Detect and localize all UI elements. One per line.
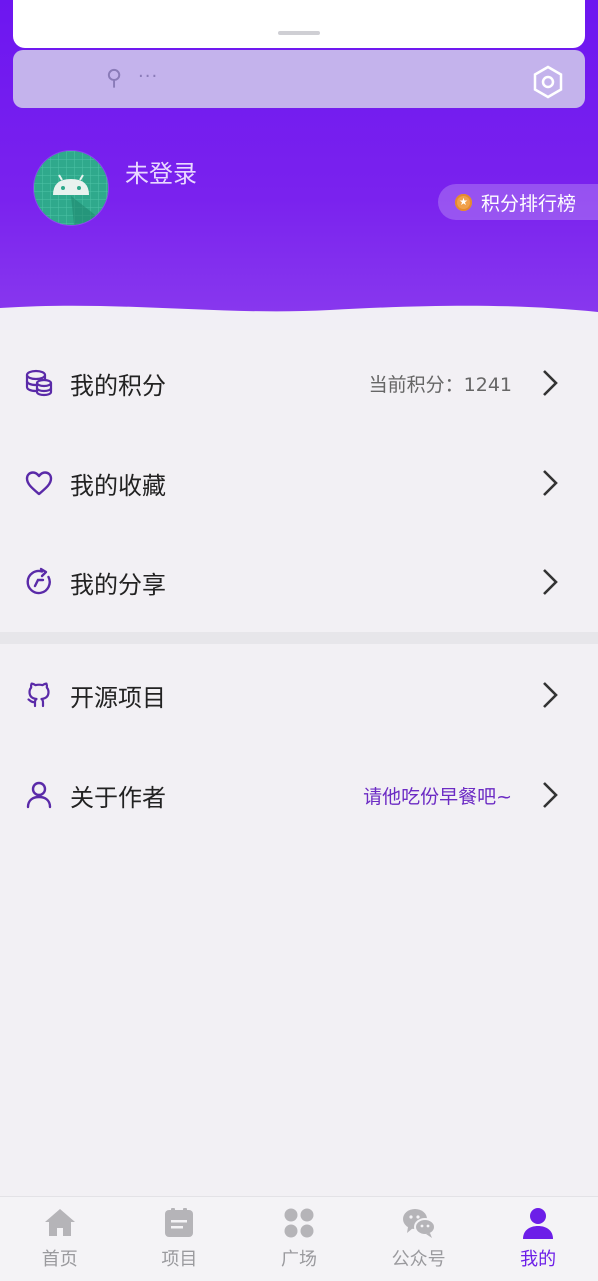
shade-drag-handle[interactable] [278, 31, 320, 35]
tab-label: 我的 [520, 1249, 557, 1270]
leaderboard-button[interactable]: ★ 积分排行榜 [438, 184, 598, 220]
coins-icon [24, 368, 54, 398]
tab-projects[interactable]: 项目 [120, 1197, 240, 1281]
chevron-right-icon [543, 682, 558, 708]
chevron-right-icon [543, 782, 558, 808]
chevron-right-icon [543, 569, 558, 595]
tab-square[interactable]: 广场 [239, 1197, 359, 1281]
notification-shade-panel[interactable] [13, 0, 585, 48]
tab-label: 项目 [161, 1249, 198, 1270]
tab-label: 广场 [280, 1249, 317, 1270]
tab-wechat[interactable]: 公众号 [359, 1197, 479, 1281]
tab-mine[interactable]: 我的 [478, 1197, 598, 1281]
person-icon [24, 780, 54, 810]
android-icon [34, 151, 108, 225]
wechat-icon [402, 1209, 436, 1238]
menu-item-label: 我的积分 [70, 371, 166, 400]
current-points-value: 当前积分：1241 [368, 373, 512, 396]
notification-shade-bar[interactable] [13, 50, 585, 108]
settings-icon[interactable] [530, 64, 566, 100]
tab-home[interactable]: 首页 [0, 1197, 120, 1281]
chevron-right-icon [543, 370, 558, 396]
username[interactable]: 未登录 [125, 154, 197, 189]
menu-item-label: 关于作者 [70, 783, 166, 812]
coin-icon: ★ [455, 193, 472, 211]
section-divider [0, 632, 598, 644]
menu-item-about[interactable]: 关于作者 请他吃份早餐吧~ [0, 745, 598, 845]
profile-icon [523, 1208, 554, 1239]
avatar[interactable] [34, 151, 108, 225]
menu-item-opensource[interactable]: 开源项目 [0, 645, 598, 745]
menu-item-shares[interactable]: 我的分享 [0, 532, 598, 632]
header-wave [0, 305, 598, 330]
menu-item-favorites[interactable]: 我的收藏 [0, 433, 598, 533]
github-icon [24, 680, 54, 710]
donate-hint: 请他吃份早餐吧~ [363, 785, 512, 808]
usb-icon: ⚲ [106, 66, 123, 91]
menu-item-label: 开源项目 [70, 683, 166, 712]
home-icon [44, 1209, 75, 1236]
tab-label: 公众号 [391, 1249, 446, 1270]
bottom-navigation: 首页 项目 广场 公众号 我的 [0, 1196, 598, 1281]
menu-item-points[interactable]: 我的积分 当前积分：1241 [0, 333, 598, 433]
share-icon [24, 567, 54, 597]
heart-icon [24, 468, 54, 498]
project-icon [165, 1208, 194, 1237]
leaderboard-label: 积分排行榜 [481, 192, 577, 215]
menu-item-label: 我的分享 [70, 570, 166, 599]
more-notifications-icon: ··· [138, 66, 159, 87]
menu-item-label: 我的收藏 [70, 471, 166, 500]
grid-icon [284, 1208, 314, 1238]
tab-label: 首页 [41, 1249, 78, 1270]
chevron-right-icon [543, 470, 558, 496]
